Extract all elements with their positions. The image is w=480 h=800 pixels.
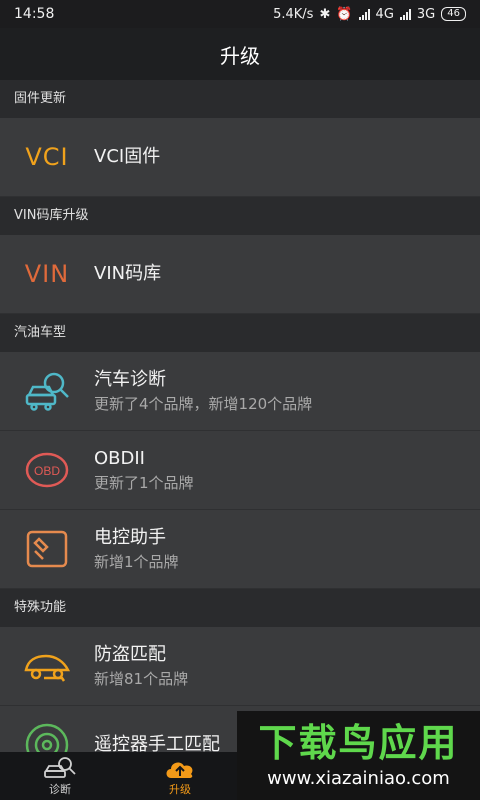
car-diagnosis-icon xyxy=(0,352,94,431)
svg-text:OBD: OBD xyxy=(34,464,60,478)
section-header-special: 特殊功能 xyxy=(0,589,480,627)
section-header-gasoline: 汽油车型 xyxy=(0,314,480,352)
alarm-icon: ⏰ xyxy=(336,6,353,22)
section-header-vin: VIN码库升级 xyxy=(0,197,480,235)
item-title: VIN码库 xyxy=(94,263,162,284)
obd-icon: OBD xyxy=(0,431,94,510)
watermark-title: 下载鸟应用 xyxy=(258,720,459,765)
network-4g: 4G xyxy=(375,6,394,22)
item-title: 电控助手 xyxy=(94,526,166,548)
list-item-control-assistant[interactable]: 电控助手 新增1个品牌 xyxy=(0,510,480,589)
title-bar: 升级 xyxy=(0,28,480,80)
bluetooth-icon: ✱ xyxy=(319,6,331,22)
list-item-obdii[interactable]: OBD OBDII 更新了1个品牌 xyxy=(0,431,480,510)
tab-label: 诊断 xyxy=(49,782,71,796)
battery-icon: 46 xyxy=(441,7,466,21)
vci-text-icon: VCI xyxy=(25,143,69,171)
net-speed: 5.4K/s xyxy=(273,6,314,22)
signal-icon-2 xyxy=(399,8,411,20)
upgrade-cloud-icon xyxy=(166,761,193,778)
tab-diagnosis[interactable]: 诊断 xyxy=(0,752,120,800)
watermark-url: www.xiazainiao.com xyxy=(267,767,450,789)
item-title: OBDII xyxy=(94,447,145,469)
anti-theft-key-icon xyxy=(0,627,94,706)
upgrade-list[interactable]: 固件更新 VCI VCI固件 VIN码库升级 VIN VIN码库 汽油车型 汽车… xyxy=(0,80,480,752)
diagnosis-tab-icon xyxy=(44,756,76,778)
watermark-overlay: 下载鸟应用 www.xiazainiao.com xyxy=(237,711,480,800)
section-header-firmware: 固件更新 xyxy=(0,80,480,118)
remote-control-icon xyxy=(0,706,94,752)
signal-icon xyxy=(358,8,370,20)
status-bar: 14:58 5.4K/s ✱ ⏰ 4G 3G 46 xyxy=(0,0,480,28)
item-title: VCI固件 xyxy=(94,146,161,167)
item-title: 防盗匹配 xyxy=(94,643,166,665)
item-subtitle: 更新了1个品牌 xyxy=(94,473,194,492)
item-subtitle: 新增1个品牌 xyxy=(94,552,179,571)
vin-text-icon: VIN xyxy=(24,260,70,288)
tab-upgrade[interactable]: 升级 xyxy=(120,752,240,800)
item-subtitle: 更新了4个品牌，新增120个品牌 xyxy=(94,394,313,413)
page-title: 升级 xyxy=(220,43,260,68)
list-item-vci-firmware[interactable]: VCI VCI固件 xyxy=(0,118,480,197)
control-assistant-icon xyxy=(0,510,94,589)
status-time: 14:58 xyxy=(14,6,55,22)
item-title: 汽车诊断 xyxy=(94,368,166,390)
item-title: 遥控器手工匹配 xyxy=(94,734,220,752)
list-item-vin-library[interactable]: VIN VIN码库 xyxy=(0,235,480,314)
item-subtitle: 新增81个品牌 xyxy=(94,669,189,688)
status-icons: 5.4K/s ✱ ⏰ 4G 3G 46 xyxy=(273,7,466,22)
tab-label: 升级 xyxy=(169,782,191,796)
network-3g: 3G xyxy=(416,6,436,22)
list-item-anti-theft[interactable]: 防盗匹配 新增81个品牌 xyxy=(0,627,480,706)
list-item-car-diagnosis[interactable]: 汽车诊断 更新了4个品牌，新增120个品牌 xyxy=(0,352,480,431)
